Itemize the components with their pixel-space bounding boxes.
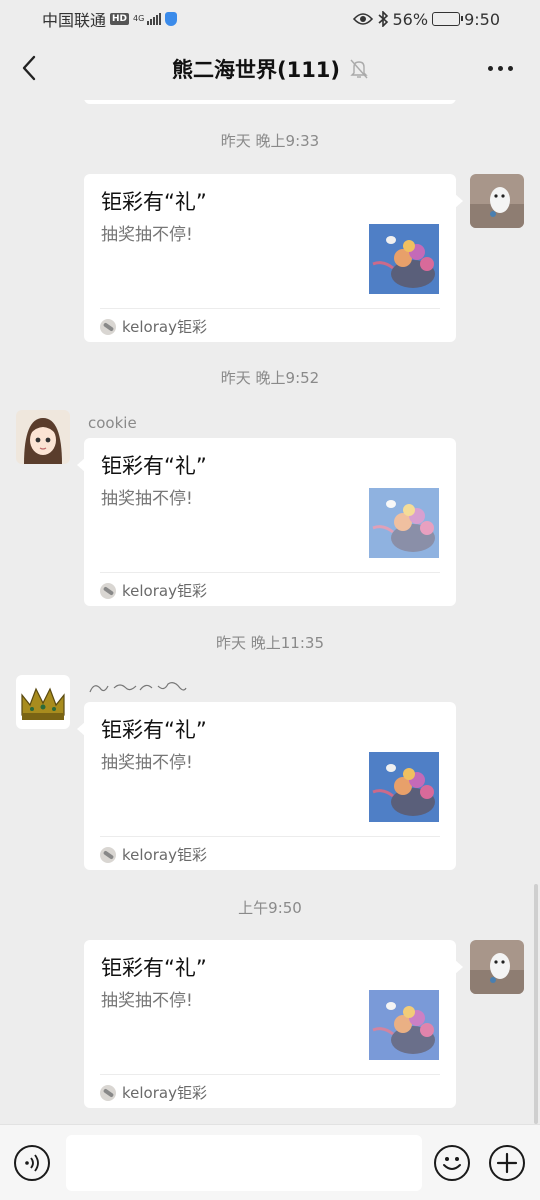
scrollbar[interactable] bbox=[534, 884, 538, 1124]
more-button[interactable] bbox=[482, 52, 518, 84]
card-title: 钜彩有“礼” bbox=[101, 454, 207, 478]
card-thumbnail bbox=[369, 752, 439, 822]
chat-message-list[interactable]: 昨天 晚上9:33 钜彩有“礼” 抽奖抽不停! keloray钜彩 昨天 晚上9… bbox=[0, 100, 540, 1124]
back-button[interactable] bbox=[14, 52, 44, 84]
card-description: 抽奖抽不停! bbox=[101, 489, 193, 509]
card-description: 抽奖抽不停! bbox=[101, 991, 193, 1011]
sender-name: cookie bbox=[88, 414, 137, 432]
chat-title-group: 熊二海世界(111) bbox=[172, 54, 368, 84]
avatar-image bbox=[470, 174, 524, 228]
card-source: keloray钜彩 bbox=[100, 1082, 207, 1103]
card-thumbnail bbox=[369, 488, 439, 558]
input-bar bbox=[0, 1124, 540, 1200]
status-bar-right: 56% 9:50 bbox=[352, 9, 500, 29]
card-source-label: keloray钜彩 bbox=[122, 1084, 207, 1102]
bubble-tail bbox=[77, 722, 85, 736]
card-thumbnail bbox=[369, 224, 439, 294]
emoji-icon bbox=[443, 1157, 461, 1170]
card-description: 抽奖抽不停! bbox=[101, 753, 193, 773]
mini-program-icon bbox=[100, 582, 116, 599]
card-title: 钜彩有“礼” bbox=[101, 190, 207, 214]
card-divider bbox=[100, 836, 440, 837]
message-timestamp: 昨天 晚上9:52 bbox=[220, 369, 320, 387]
shield-icon bbox=[165, 12, 178, 26]
link-card[interactable]: 钜彩有“礼” 抽奖抽不停! keloray钜彩 bbox=[77, 702, 456, 870]
message-timestamp: 昨天 晚上9:33 bbox=[220, 132, 320, 150]
chevron-left-icon bbox=[22, 55, 36, 81]
message-timestamp: 上午9:50 bbox=[238, 899, 302, 917]
avatar-image bbox=[16, 410, 70, 464]
card-description: 抽奖抽不停! bbox=[101, 225, 193, 245]
more-horizontal-icon bbox=[487, 65, 493, 71]
avatar[interactable] bbox=[16, 410, 70, 464]
emoji-button[interactable] bbox=[434, 1145, 470, 1181]
mini-program-icon bbox=[100, 846, 116, 863]
bubble-tail bbox=[455, 194, 463, 208]
chat-title: 熊二海世界(111) bbox=[171, 58, 341, 82]
avatar[interactable] bbox=[470, 174, 524, 228]
card-divider bbox=[100, 308, 440, 309]
status-bar: 中国联通 HD 4G 56% 9:50 bbox=[0, 0, 540, 38]
card-source-label: keloray钜彩 bbox=[122, 318, 207, 336]
card-source-label: keloray钜彩 bbox=[122, 582, 207, 600]
network-type: 4G bbox=[133, 14, 145, 23]
plus-icon bbox=[496, 1152, 518, 1174]
eye-icon bbox=[352, 13, 373, 25]
voice-button[interactable] bbox=[14, 1145, 50, 1181]
bubble-tail bbox=[77, 458, 85, 472]
avatar-image bbox=[16, 675, 70, 729]
card-thumbnail bbox=[369, 990, 439, 1060]
previous-message-edge bbox=[84, 100, 456, 104]
card-source: keloray钜彩 bbox=[100, 316, 207, 337]
signal-icon bbox=[147, 13, 162, 25]
hd-badge: HD bbox=[110, 13, 130, 25]
bell-off-icon bbox=[350, 59, 368, 79]
battery-percent: 56% bbox=[392, 9, 429, 29]
bubble-tail bbox=[455, 960, 463, 974]
battery-icon bbox=[432, 12, 464, 26]
clock: 9:50 bbox=[464, 9, 500, 29]
carrier-label: 中国联通 bbox=[42, 11, 107, 30]
more-dot bbox=[497, 65, 503, 71]
bluetooth-icon bbox=[377, 11, 388, 27]
avatar-image bbox=[470, 940, 524, 994]
card-title: 钜彩有“礼” bbox=[101, 956, 207, 980]
card-divider bbox=[100, 572, 440, 573]
sender-name-decoration bbox=[89, 682, 187, 693]
link-card[interactable]: 钜彩有“礼” 抽奖抽不停! keloray钜彩 bbox=[84, 174, 463, 342]
card-source-label: keloray钜彩 bbox=[122, 846, 207, 864]
card-divider bbox=[100, 1074, 440, 1075]
voice-icon bbox=[25, 1154, 39, 1172]
more-dot bbox=[507, 65, 513, 71]
status-bar-left: 中国联通 HD 4G bbox=[42, 7, 178, 31]
avatar[interactable] bbox=[470, 940, 524, 994]
mini-program-icon bbox=[100, 1084, 116, 1101]
message-input[interactable] bbox=[66, 1135, 422, 1191]
card-source: keloray钜彩 bbox=[100, 844, 207, 865]
link-card[interactable]: 钜彩有“礼” 抽奖抽不停! keloray钜彩 bbox=[84, 940, 463, 1108]
avatar[interactable] bbox=[16, 675, 70, 729]
message-timestamp: 昨天 晚上11:35 bbox=[216, 634, 324, 652]
link-card[interactable]: 钜彩有“礼” 抽奖抽不停! keloray钜彩 bbox=[77, 438, 456, 606]
more-functions-button[interactable] bbox=[489, 1145, 525, 1181]
nav-bar: 熊二海世界(111) bbox=[0, 38, 540, 100]
card-source: keloray钜彩 bbox=[100, 580, 207, 601]
card-title: 钜彩有“礼” bbox=[101, 718, 207, 742]
mini-program-icon bbox=[100, 318, 116, 335]
